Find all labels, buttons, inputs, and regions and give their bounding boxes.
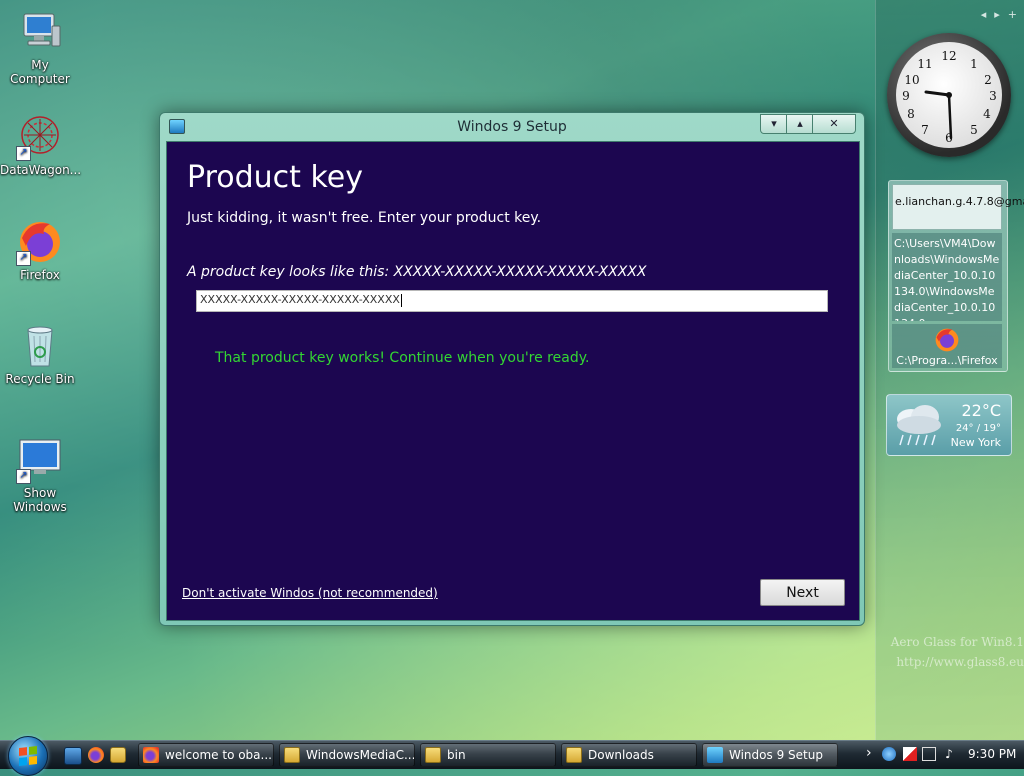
taskbar-item-label: welcome to oba... bbox=[165, 748, 272, 762]
folder-icon bbox=[566, 747, 582, 763]
taskbar: welcome to oba... WindowsMediaC... bin D… bbox=[0, 736, 1024, 776]
taskbar-item-label: WindowsMediaC... bbox=[306, 748, 415, 762]
page-subtitle: Just kidding, it wasn't free. Enter your… bbox=[187, 210, 542, 226]
taskbar-item-label: bin bbox=[447, 748, 466, 762]
svg-text:3: 3 bbox=[989, 89, 997, 103]
desktop-icon-my-computer[interactable]: My Computer bbox=[0, 8, 80, 86]
close-button[interactable]: ✕ bbox=[812, 114, 856, 134]
desktop-icon-label: Recycle Bin bbox=[5, 372, 75, 386]
window-title: Windos 9 Setup bbox=[457, 119, 567, 135]
tray-expand-button[interactable]: › bbox=[866, 745, 872, 761]
network-icon[interactable] bbox=[922, 747, 936, 761]
quicklaunch-explorer-icon[interactable] bbox=[110, 747, 126, 763]
quicklaunch-firefox-icon[interactable] bbox=[88, 747, 104, 763]
desktop-icon-datawagon[interactable]: ↗ DataWagon... bbox=[0, 113, 82, 177]
window-titlebar[interactable]: Windos 9 Setup ▾ ▴ ✕ bbox=[160, 113, 864, 141]
svg-text:2: 2 bbox=[984, 73, 992, 87]
sidebar-next-button[interactable]: ▸ bbox=[994, 8, 1000, 21]
volume-icon[interactable]: ♪ bbox=[942, 747, 956, 761]
taskbar-item-setup[interactable]: Windos 9 Setup bbox=[702, 743, 838, 767]
product-key-input[interactable]: XXXXX-XXXXX-XXXXX-XXXXX-XXXXX bbox=[196, 290, 828, 312]
next-button[interactable]: Next bbox=[760, 579, 845, 606]
show-desktop-icon[interactable] bbox=[64, 747, 82, 765]
desktop-icon-firefox[interactable]: ↗ Firefox bbox=[0, 218, 80, 282]
taskbar-item-label: Downloads bbox=[588, 748, 654, 762]
taskbar-item-downloads[interactable]: Downloads bbox=[561, 743, 697, 767]
clock-time[interactable]: 9:30 PM bbox=[968, 747, 1016, 761]
maximize-button[interactable]: ▴ bbox=[786, 114, 814, 134]
taskbar-item-bin[interactable]: bin bbox=[420, 743, 556, 767]
computer-icon bbox=[16, 8, 64, 56]
text-caret bbox=[400, 293, 402, 307]
svg-text:10: 10 bbox=[904, 73, 919, 87]
setup-window: Windos 9 Setup ▾ ▴ ✕ Product key Just ki… bbox=[159, 112, 865, 626]
product-key-value: XXXXX-XXXXX-XXXXX-XXXXX-XXXXX bbox=[200, 293, 400, 306]
minimize-button[interactable]: ▾ bbox=[760, 114, 788, 134]
clock-gadget[interactable]: 12 1 2 3 4 5 6 7 8 9 10 11 bbox=[887, 33, 1011, 157]
desktop-icon-label: Firefox bbox=[20, 268, 60, 282]
validation-success-message: That product key works! Continue when yo… bbox=[215, 350, 590, 366]
weather-gadget[interactable]: 22°C 24° / 19° New York bbox=[886, 394, 1012, 456]
desktop-icon-label: My Computer bbox=[10, 58, 70, 86]
desktop-icon-label-line1: Show bbox=[23, 486, 57, 500]
desktop-icon-recycle-bin[interactable]: Recycle Bin bbox=[0, 322, 80, 386]
taskbar-item-windowsmediacenter[interactable]: WindowsMediaC... bbox=[279, 743, 415, 767]
weather-city: New York bbox=[950, 436, 1001, 449]
path-gadget[interactable]: C:\Users\VM4\Downloads\WindowsMediaCente… bbox=[892, 233, 1002, 321]
desktop-icon-show-windows[interactable]: ↗ Show Windows bbox=[0, 436, 80, 514]
taskbar-item-firefox[interactable]: welcome to oba... bbox=[138, 743, 274, 767]
sidebar-nav: ◂ ▸ + bbox=[981, 8, 1017, 21]
datawagon-icon: ↗ bbox=[16, 113, 64, 161]
clock-icon: 12 1 2 3 4 5 6 7 8 9 10 11 bbox=[902, 49, 997, 145]
folder-icon bbox=[425, 747, 441, 763]
monitor-icon: ↗ bbox=[16, 436, 64, 484]
shortcut-arrow-icon: ↗ bbox=[16, 251, 31, 266]
svg-text:11: 11 bbox=[917, 57, 932, 71]
desktop-icon-label: DataWagon... bbox=[0, 163, 82, 177]
email-gadget[interactable]: e.lianchan.g.4.7.8@gmail.com bbox=[892, 184, 1024, 230]
svg-text:5: 5 bbox=[970, 123, 978, 137]
shortcut-arrow-icon: ↗ bbox=[16, 146, 31, 161]
action-center-flag-icon[interactable] bbox=[903, 747, 917, 761]
weather-range: 24° / 19° bbox=[955, 423, 1001, 434]
sidebar-add-gadget-button[interactable]: + bbox=[1008, 8, 1017, 21]
svg-text:8: 8 bbox=[907, 107, 915, 121]
firefox-shortcut-gadget[interactable]: C:\Progra...\Firefox bbox=[892, 324, 1002, 368]
shortcut-gadget-panel: e.lianchan.g.4.7.8@gmail.com C:\Users\VM… bbox=[888, 180, 1024, 372]
firefox-icon bbox=[143, 747, 159, 763]
dont-activate-link[interactable]: Don't activate Windos (not recommended) bbox=[182, 586, 438, 600]
watermark-line1: Aero Glass for Win8.1 bbox=[890, 635, 1024, 649]
page-title: Product key bbox=[187, 160, 363, 195]
start-button[interactable] bbox=[8, 736, 48, 776]
firefox-icon bbox=[935, 328, 959, 352]
setup-app-icon bbox=[707, 747, 723, 763]
watermark-line2: http://www.glass8.eu bbox=[896, 655, 1024, 669]
windows-logo-icon bbox=[19, 746, 37, 766]
svg-text:12: 12 bbox=[941, 49, 956, 63]
product-key-hint: A product key looks like this: XXXXX-XXX… bbox=[187, 264, 647, 280]
svg-text:7: 7 bbox=[921, 123, 929, 137]
svg-text:4: 4 bbox=[983, 107, 991, 121]
firefox-icon: ↗ bbox=[16, 218, 64, 266]
rain-cloud-icon bbox=[897, 405, 941, 446]
shortcut-arrow-icon: ↗ bbox=[16, 469, 31, 484]
network-globe-icon[interactable] bbox=[882, 747, 896, 761]
aero-glass-watermark: Aero Glass for Win8.1 http://www.glass8.… bbox=[876, 632, 1024, 672]
recycle-bin-icon bbox=[16, 322, 64, 370]
firefox-shortcut-label: C:\Progra...\Firefox bbox=[896, 354, 998, 367]
svg-text:9: 9 bbox=[902, 89, 910, 103]
system-tray: › ♪ 9:30 PM bbox=[860, 741, 1024, 769]
setup-content: Product key Just kidding, it wasn't free… bbox=[166, 141, 860, 621]
weather-temperature: 22°C bbox=[961, 401, 1001, 420]
desktop-icon-label-line2: Windows bbox=[13, 500, 67, 514]
sidebar-prev-button[interactable]: ◂ bbox=[981, 8, 987, 21]
folder-icon bbox=[284, 747, 300, 763]
svg-text:1: 1 bbox=[970, 57, 978, 71]
taskbar-item-label: Windos 9 Setup bbox=[729, 748, 823, 762]
